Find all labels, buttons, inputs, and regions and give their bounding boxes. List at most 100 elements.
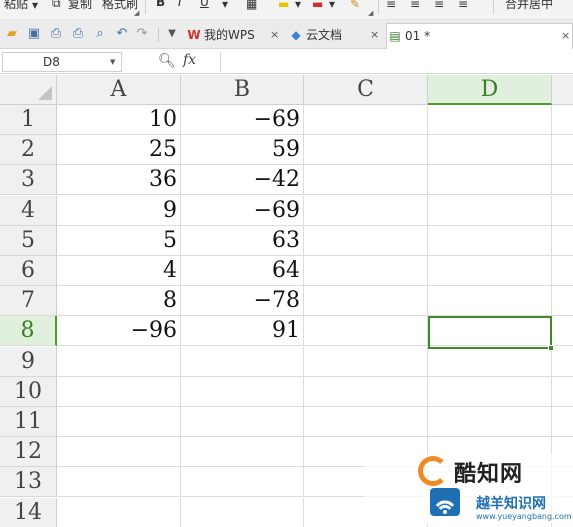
dropdown-arrow-icon[interactable]: ▾ xyxy=(32,0,38,12)
format-painter-button[interactable]: 格式刷 xyxy=(102,0,138,12)
formula-input[interactable] xyxy=(220,52,573,72)
cell-e-row[interactable] xyxy=(552,135,573,165)
bold-button[interactable]: B xyxy=(156,0,165,9)
name-box[interactable]: D8 xyxy=(2,52,122,72)
cell-c-row[interactable] xyxy=(304,105,428,135)
cell-b-row[interactable] xyxy=(181,498,304,527)
clipboard-launcher-icon[interactable]: ◢ xyxy=(134,9,139,17)
align-left-icon[interactable]: ≡ xyxy=(386,0,396,11)
cell-d-row[interactable] xyxy=(428,196,552,226)
row-header[interactable]: 4 xyxy=(0,196,57,226)
row-header[interactable]: 13 xyxy=(0,467,57,497)
underline-button[interactable]: U xyxy=(200,0,209,9)
column-header-c[interactable]: C xyxy=(304,75,428,105)
print-preview-icon[interactable]: ⌕ xyxy=(92,26,108,42)
tab-cloud-docs-close-icon[interactable]: × xyxy=(370,23,379,47)
cell-d-row[interactable] xyxy=(428,407,552,437)
tab-wps-close-icon[interactable]: × xyxy=(270,23,279,47)
font-color-dropdown-icon[interactable]: ▾ xyxy=(329,0,335,11)
column-header-a[interactable]: A xyxy=(57,75,181,105)
cell-e-row[interactable] xyxy=(552,347,573,377)
undo-icon[interactable]: ↶ xyxy=(114,26,130,42)
cell-b-row[interactable] xyxy=(181,377,304,407)
cell-a-row[interactable] xyxy=(57,437,181,467)
row-header[interactable]: 8 xyxy=(0,316,57,346)
cell-b-row[interactable]: 63 xyxy=(181,226,304,256)
export-pdf-icon[interactable]: ⎙ xyxy=(48,26,64,42)
cell-a-row[interactable]: 5 xyxy=(57,226,181,256)
row-header[interactable]: 11 xyxy=(0,407,57,437)
cell-b-row[interactable] xyxy=(181,407,304,437)
cell-d-row[interactable] xyxy=(428,377,552,407)
cell-b-row[interactable] xyxy=(181,347,304,377)
row-header[interactable]: 9 xyxy=(0,347,57,377)
cell-e-row[interactable] xyxy=(552,407,573,437)
cell-e-row[interactable] xyxy=(552,196,573,226)
cell-e-row[interactable] xyxy=(552,105,573,135)
cell-a-row[interactable]: 4 xyxy=(57,256,181,286)
font-launcher-icon[interactable]: ◢ xyxy=(368,9,373,17)
cell-a-row[interactable] xyxy=(57,407,181,437)
align-right-icon[interactable]: ≡ xyxy=(434,0,444,11)
cell-c-row[interactable] xyxy=(304,286,428,316)
column-header-e[interactable] xyxy=(552,75,573,105)
cell-d-row[interactable] xyxy=(428,256,552,286)
cell-b-row[interactable]: 59 xyxy=(181,135,304,165)
merge-center-button[interactable]: 合并居中 xyxy=(505,0,553,12)
cell-c-row[interactable] xyxy=(304,256,428,286)
copy-icon[interactable]: ⧉ xyxy=(52,0,61,11)
italic-button[interactable]: I xyxy=(178,0,182,9)
cell-c-row[interactable] xyxy=(304,377,428,407)
cell-d-row[interactable] xyxy=(428,105,552,135)
tab-wps[interactable]: W 我的WPS × xyxy=(186,23,282,49)
border-icon[interactable]: ▾ xyxy=(222,0,228,11)
cell-a-row[interactable]: 9 xyxy=(57,196,181,226)
cell-b-row[interactable]: −69 xyxy=(181,105,304,135)
cell-a-row[interactable] xyxy=(57,347,181,377)
copy-button[interactable]: 复制 xyxy=(68,0,92,12)
cell-d-row[interactable] xyxy=(428,135,552,165)
row-header[interactable]: 3 xyxy=(0,165,57,195)
cell-b-row[interactable]: −42 xyxy=(181,165,304,195)
cell-e-row[interactable] xyxy=(552,377,573,407)
border-style-icon[interactable]: ▦ xyxy=(246,0,257,11)
cell-a-row[interactable]: 36 xyxy=(57,165,181,195)
cell-a-row[interactable]: 10 xyxy=(57,105,181,135)
cell-a-row[interactable] xyxy=(57,467,181,497)
fill-handle[interactable] xyxy=(548,345,554,351)
row-header[interactable]: 14 xyxy=(0,498,57,527)
cell-e-row[interactable] xyxy=(552,165,573,195)
cell-a-row[interactable]: −96 xyxy=(57,316,181,346)
row-header[interactable]: 12 xyxy=(0,437,57,467)
customize-dropdown-icon[interactable]: ▼ xyxy=(164,26,180,42)
column-header-d[interactable]: D xyxy=(428,75,552,105)
cell-a-row[interactable] xyxy=(57,377,181,407)
cell-c-row[interactable] xyxy=(304,347,428,377)
align-center-icon[interactable]: ≡ xyxy=(410,0,420,11)
cell-e-row[interactable] xyxy=(552,226,573,256)
row-header[interactable]: 7 xyxy=(0,286,57,316)
cell-d-row[interactable] xyxy=(428,165,552,195)
column-header-b[interactable]: B xyxy=(181,75,304,105)
name-box-dropdown-icon[interactable]: ▼ xyxy=(110,58,115,66)
open-folder-icon[interactable]: ▰ xyxy=(4,26,20,42)
cell-c-row[interactable] xyxy=(304,196,428,226)
cell-b-row[interactable]: −69 xyxy=(181,196,304,226)
redo-icon[interactable]: ↷ xyxy=(134,26,150,42)
fill-color-icon[interactable]: ▬ xyxy=(278,0,289,11)
cell-d-row[interactable] xyxy=(428,286,552,316)
select-all-button[interactable] xyxy=(0,75,57,105)
cell-c-row[interactable] xyxy=(304,407,428,437)
cell-d-row[interactable] xyxy=(428,347,552,377)
cell-b-row[interactable] xyxy=(181,467,304,497)
cell-d-row[interactable] xyxy=(428,226,552,256)
row-header[interactable]: 6 xyxy=(0,256,57,286)
cell-e-row[interactable] xyxy=(552,316,573,346)
font-color-icon[interactable]: ▬ xyxy=(312,0,323,11)
eraser-icon[interactable]: ✎ xyxy=(350,0,360,11)
tab-cloud-docs[interactable]: ◆ 云文档 × xyxy=(288,23,384,49)
cell-e-row[interactable] xyxy=(552,286,573,316)
fill-color-dropdown-icon[interactable]: ▾ xyxy=(295,0,301,11)
insert-function-button[interactable]: fx xyxy=(183,52,196,68)
cell-e-row[interactable] xyxy=(552,256,573,286)
